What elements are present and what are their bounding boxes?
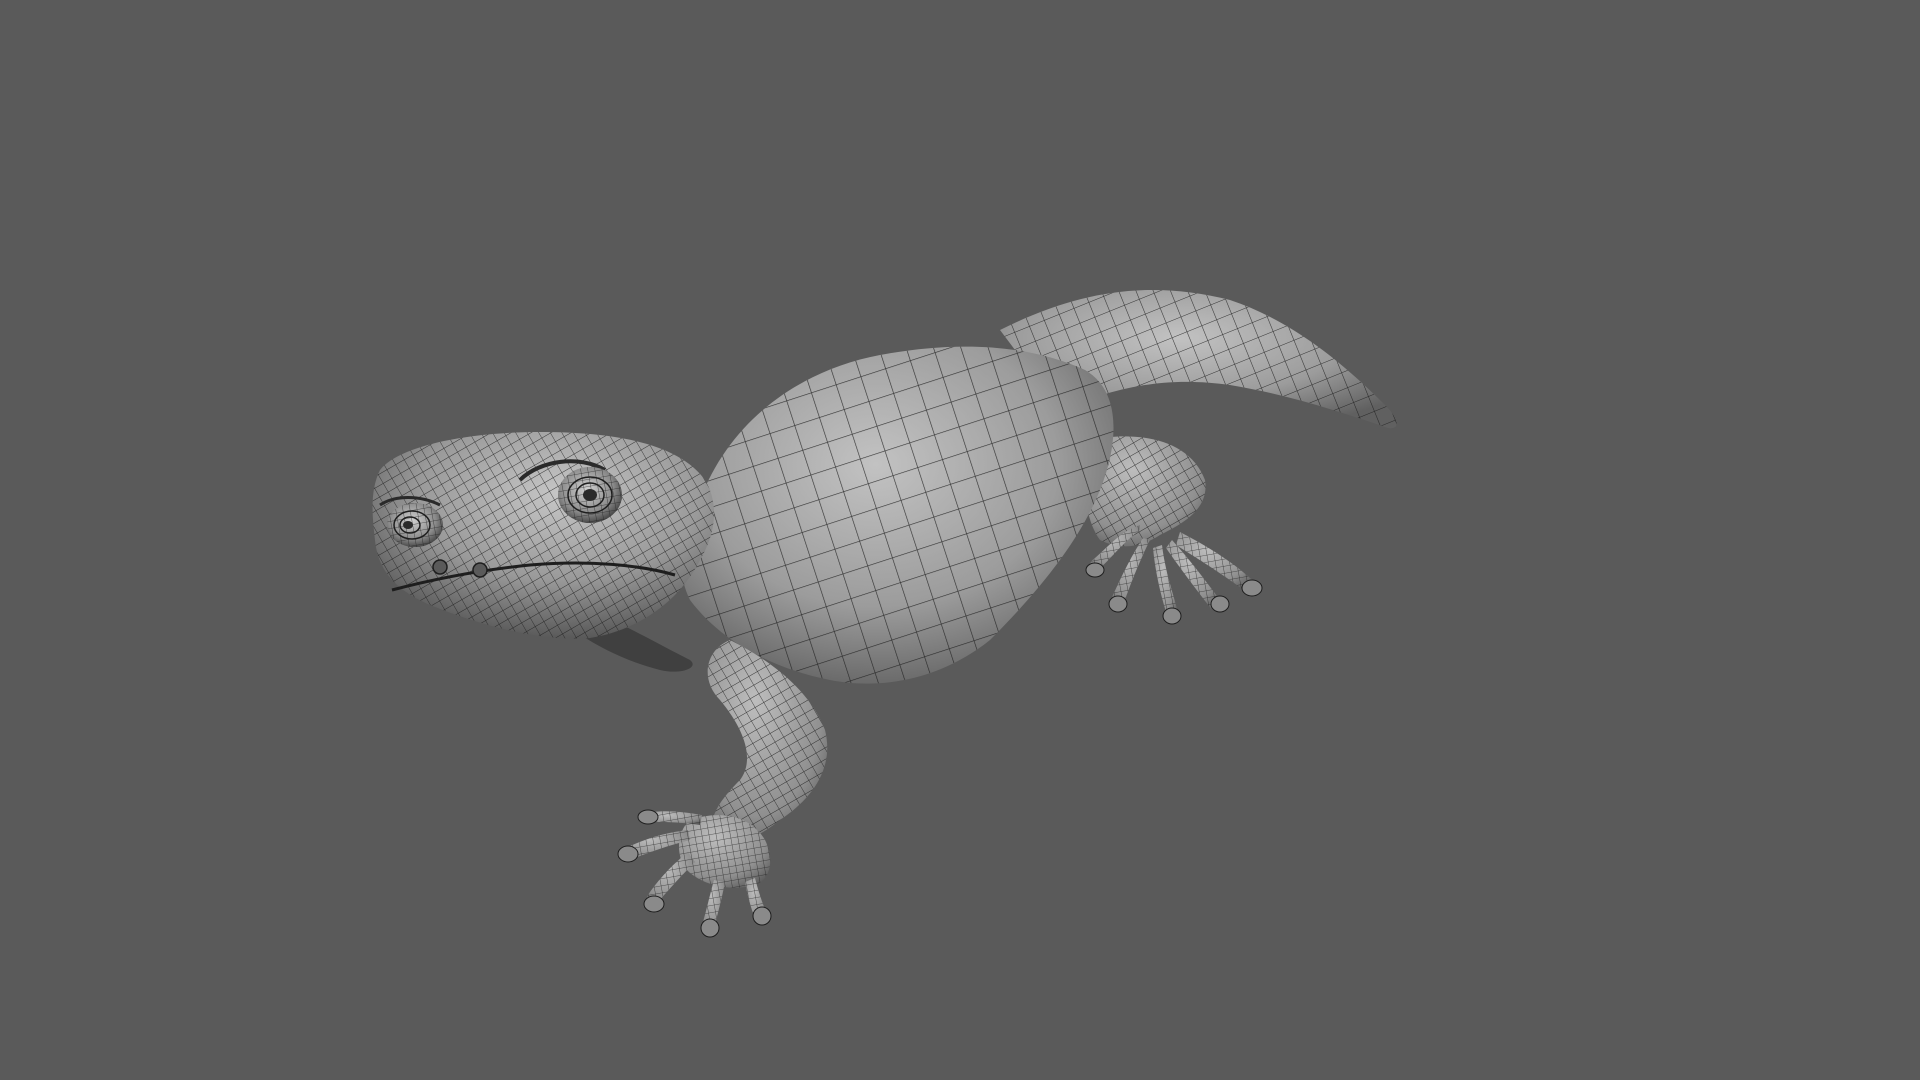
gecko-left-eye bbox=[387, 503, 443, 547]
gecko-front-leg bbox=[617, 640, 828, 938]
3d-viewport[interactable] bbox=[0, 0, 1920, 1080]
gecko-body bbox=[681, 346, 1114, 684]
gecko-wireframe-render bbox=[372, 290, 1397, 938]
gecko-right-eye bbox=[558, 467, 622, 523]
gecko-hind-leg bbox=[1084, 436, 1263, 625]
